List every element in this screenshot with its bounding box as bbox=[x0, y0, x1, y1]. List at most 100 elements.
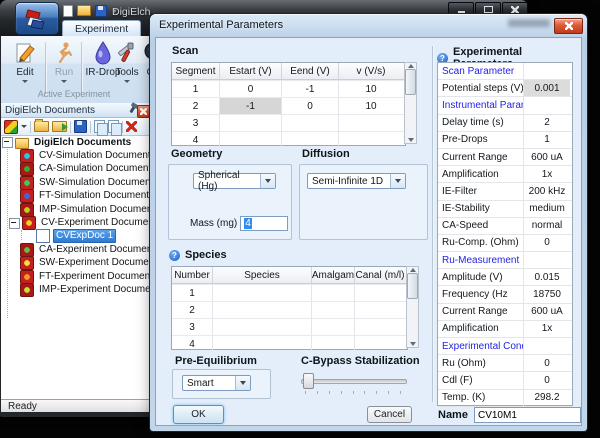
param-row[interactable]: Ru (Ohm)0 bbox=[438, 354, 572, 371]
help-icon[interactable]: ? bbox=[169, 250, 180, 261]
name-input[interactable]: CV10M1 bbox=[474, 407, 581, 423]
species-table-scrollbar[interactable] bbox=[406, 266, 419, 348]
new-doc-icon[interactable] bbox=[4, 120, 18, 134]
tree-item[interactable]: SW-Experiment Documents bbox=[1, 257, 152, 270]
table-cell[interactable] bbox=[212, 336, 311, 352]
param-value[interactable]: 0.015 bbox=[523, 269, 570, 285]
panel-close-button[interactable] bbox=[137, 105, 150, 118]
param-section-row[interactable]: Ru-Measurement bbox=[438, 251, 572, 268]
param-row[interactable]: CA-Speednormal bbox=[438, 217, 572, 234]
table-row[interactable]: 3 bbox=[172, 318, 407, 335]
param-row[interactable]: Cdl (F)0 bbox=[438, 371, 572, 388]
param-row[interactable]: Amplification1x bbox=[438, 320, 572, 337]
tree-item[interactable]: CV-Simulation Documents bbox=[1, 149, 152, 162]
param-row[interactable]: Frequency (Hz18750 bbox=[438, 285, 572, 302]
table-cell[interactable] bbox=[338, 115, 403, 131]
tree-item[interactable]: IMP-Experiment Documents bbox=[1, 283, 152, 296]
table-cell[interactable]: 1 bbox=[172, 285, 212, 301]
tree-item[interactable]: DigiElch Documents bbox=[1, 136, 152, 149]
table-cell[interactable] bbox=[311, 319, 354, 335]
pre-equilibrium-combo[interactable]: Smart bbox=[182, 375, 251, 391]
table-cell[interactable]: 2 bbox=[172, 302, 212, 318]
param-value[interactable]: 0.001 bbox=[523, 80, 570, 96]
table-cell[interactable] bbox=[354, 302, 405, 318]
table-cell[interactable] bbox=[354, 336, 405, 352]
run-button[interactable]: Run bbox=[48, 40, 80, 96]
copy-icon[interactable] bbox=[94, 120, 105, 133]
param-row[interactable]: Delay time (s)2 bbox=[438, 114, 572, 131]
slider-thumb[interactable] bbox=[303, 373, 314, 389]
table-cell[interactable] bbox=[212, 285, 311, 301]
diffusion-combo[interactable]: Semi-Infinite 1D bbox=[307, 173, 406, 189]
c-bypass-slider[interactable] bbox=[301, 372, 405, 396]
import-folder-icon[interactable] bbox=[52, 121, 67, 132]
param-value[interactable]: medium bbox=[523, 201, 570, 217]
cancel-button[interactable]: Cancel bbox=[367, 406, 412, 423]
table-cell[interactable]: -1 bbox=[219, 98, 281, 114]
save-icon[interactable] bbox=[74, 120, 87, 133]
table-cell[interactable]: 0 bbox=[281, 98, 338, 114]
param-value[interactable]: 1x bbox=[523, 166, 570, 182]
dialog-close-button[interactable] bbox=[554, 18, 583, 34]
paste-icon[interactable] bbox=[108, 120, 119, 133]
param-row[interactable]: IE-Filter200 kHz bbox=[438, 182, 572, 199]
param-row[interactable]: Temp. (K)298.2 bbox=[438, 389, 572, 406]
param-section-row[interactable]: Scan Parameter bbox=[438, 63, 572, 79]
table-cell[interactable]: 1 bbox=[172, 81, 219, 97]
edit-button[interactable]: Edit bbox=[7, 40, 43, 96]
app-menu-button[interactable] bbox=[15, 2, 59, 35]
scan-table-scrollbar[interactable] bbox=[404, 62, 417, 144]
param-row[interactable]: Amplification1x bbox=[438, 165, 572, 182]
param-value[interactable]: 600 uA bbox=[523, 304, 570, 320]
tree-item[interactable]: CA-Simulation Documents bbox=[1, 163, 152, 176]
tree-item[interactable]: CV-Experiment Documents bbox=[1, 216, 152, 229]
pin-icon[interactable] bbox=[129, 106, 135, 114]
table-row[interactable]: 4 bbox=[172, 131, 405, 148]
param-row[interactable]: Ru-Comp. (Ohm)0 bbox=[438, 234, 572, 251]
param-row[interactable]: Potential steps (V)0.001 bbox=[438, 79, 572, 96]
table-cell[interactable]: 4 bbox=[172, 336, 212, 352]
table-cell[interactable]: 3 bbox=[172, 115, 219, 131]
param-value[interactable]: 0 bbox=[523, 235, 570, 251]
tree-item[interactable]: IMP-Simulation Documents bbox=[1, 203, 152, 216]
tree-item[interactable]: FT-Experiment Documents bbox=[1, 270, 152, 283]
tree-item[interactable]: FT-Simulation Documents bbox=[1, 190, 152, 203]
table-cell[interactable]: 10 bbox=[338, 98, 403, 114]
table-cell[interactable] bbox=[354, 319, 405, 335]
geometry-combo[interactable]: Spherical (Hg) bbox=[193, 173, 276, 189]
panel-header[interactable]: DigiElch Documents bbox=[1, 103, 152, 118]
param-section-row[interactable]: Instrumental Parameters bbox=[438, 96, 572, 113]
table-cell[interactable] bbox=[311, 285, 354, 301]
param-value[interactable]: 0 bbox=[523, 372, 570, 388]
table-cell[interactable]: 3 bbox=[172, 319, 212, 335]
table-cell[interactable] bbox=[354, 285, 405, 301]
table-cell[interactable]: 2 bbox=[172, 98, 219, 114]
table-row[interactable]: 3 bbox=[172, 114, 405, 131]
param-row[interactable]: Current Range600 uA bbox=[438, 148, 572, 165]
table-cell[interactable] bbox=[311, 336, 354, 352]
tree-item[interactable]: CA-Experiment Documents bbox=[1, 243, 152, 256]
table-cell[interactable]: 0 bbox=[219, 81, 281, 97]
table-cell[interactable]: 4 bbox=[172, 132, 219, 148]
ok-button[interactable]: OK bbox=[173, 405, 224, 424]
tab-experiment[interactable]: Experiment bbox=[62, 20, 141, 37]
tree-item[interactable]: SW-Simulation Documents bbox=[1, 176, 152, 189]
table-cell[interactable] bbox=[311, 302, 354, 318]
tree-expander-icon[interactable] bbox=[2, 137, 13, 148]
param-value[interactable]: 200 kHz bbox=[523, 183, 570, 199]
table-cell[interactable] bbox=[212, 302, 311, 318]
table-cell[interactable] bbox=[219, 132, 281, 148]
table-cell[interactable]: 10 bbox=[338, 81, 403, 97]
param-row[interactable]: Pre-Drops1 bbox=[438, 131, 572, 148]
table-cell[interactable]: -1 bbox=[281, 81, 338, 97]
table-cell[interactable] bbox=[281, 132, 338, 148]
tree-expander-icon[interactable] bbox=[9, 218, 20, 229]
param-value[interactable]: 600 uA bbox=[523, 149, 570, 165]
table-cell[interactable] bbox=[219, 115, 281, 131]
param-value[interactable]: 18750 bbox=[523, 286, 570, 302]
table-cell[interactable] bbox=[338, 132, 403, 148]
table-row[interactable]: 1 bbox=[172, 284, 407, 301]
tools-button[interactable]: Tools bbox=[113, 40, 141, 96]
param-row[interactable]: Amplitude (V)0.015 bbox=[438, 268, 572, 285]
table-cell[interactable] bbox=[212, 319, 311, 335]
